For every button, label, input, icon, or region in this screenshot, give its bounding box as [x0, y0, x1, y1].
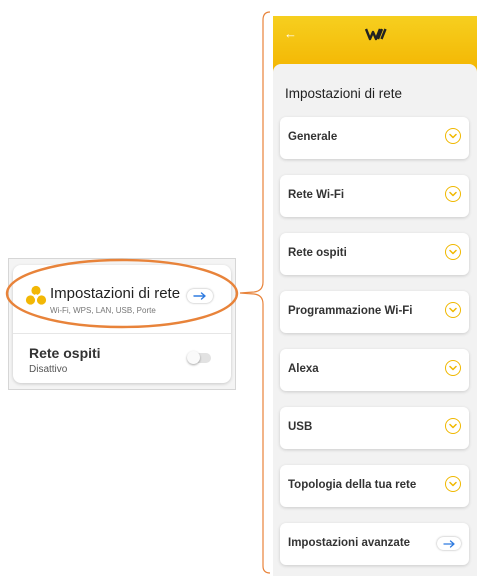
menu-item-alexa[interactable]: Alexa: [280, 349, 469, 391]
network-settings-preview-card: Impostazioni di rete Wi-Fi, WPS, LAN, US…: [8, 258, 236, 390]
menu-item-usb[interactable]: USB: [280, 407, 469, 449]
fan-network-icon: [25, 285, 47, 305]
arrow-right-icon: [193, 292, 206, 300]
chevron-down-circle-icon[interactable]: [445, 244, 461, 260]
settings-page: Impostazioni di rete Generale Rete Wi-Fi…: [273, 64, 477, 576]
network-settings-subtitle: Wi-Fi, WPS, LAN, USB, Porte: [50, 306, 156, 315]
menu-item-label: Rete ospiti: [288, 247, 347, 259]
menu-item-network-topology[interactable]: Topologia della tua rete: [280, 465, 469, 507]
chevron-down-circle-icon[interactable]: [445, 360, 461, 376]
chevron-down-circle-icon[interactable]: [445, 418, 461, 434]
menu-item-label: Topologia della tua rete: [288, 479, 417, 491]
menu-item-guest-network[interactable]: Rete ospiti: [280, 233, 469, 275]
network-settings-open-button[interactable]: [187, 289, 213, 303]
network-settings-row[interactable]: Impostazioni di rete Wi-Fi, WPS, LAN, US…: [13, 265, 231, 329]
menu-item-label: USB: [288, 421, 313, 433]
divider: [13, 333, 231, 334]
page-title: Impostazioni di rete: [285, 86, 403, 101]
menu-item-wifi-schedule[interactable]: Programmazione Wi-Fi: [280, 291, 469, 333]
chevron-down-circle-icon[interactable]: [445, 128, 461, 144]
chevron-down-circle-icon[interactable]: [445, 186, 461, 202]
menu-item-label: Generale: [288, 131, 338, 143]
menu-item-generale[interactable]: Generale: [280, 117, 469, 159]
network-settings-title: Impostazioni di rete: [50, 285, 181, 302]
phone-screen: ← Impostazioni di rete Generale Rete Wi-…: [273, 16, 477, 576]
chevron-down-circle-icon[interactable]: [445, 302, 461, 318]
settings-list-panel: Impostazioni di rete Wi-Fi, WPS, LAN, US…: [13, 265, 231, 383]
guest-network-status: Disattivo: [29, 364, 68, 375]
chevron-down-circle-icon[interactable]: [445, 476, 461, 492]
arrow-right-icon: [442, 539, 455, 548]
menu-item-advanced-settings[interactable]: Impostazioni avanzate: [280, 523, 469, 565]
advanced-settings-open-button[interactable]: [437, 537, 461, 550]
menu-item-wifi-network[interactable]: Rete Wi-Fi: [280, 175, 469, 217]
guest-network-title: Rete ospiti: [29, 345, 101, 361]
toggle-knob: [187, 351, 200, 364]
menu-item-label: Rete Wi-Fi: [288, 189, 345, 201]
menu-item-label: Programmazione Wi-Fi: [288, 305, 413, 317]
menu-item-label: Alexa: [288, 363, 319, 375]
brand-logo-icon: [364, 28, 387, 41]
menu-item-label: Impostazioni avanzate: [288, 537, 411, 549]
back-arrow-icon[interactable]: ←: [284, 27, 297, 41]
guest-network-toggle[interactable]: [187, 351, 211, 364]
